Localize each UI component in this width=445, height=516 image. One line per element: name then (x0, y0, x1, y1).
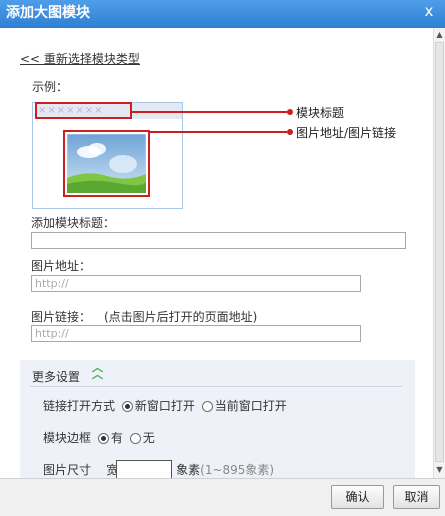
image-size-label: 图片尺寸 (43, 463, 92, 477)
callout-line-title (132, 111, 287, 113)
image-link-input[interactable] (31, 325, 361, 342)
image-size-row: 图片尺寸 宽 象素(1~895象素) (43, 460, 274, 478)
border-label: 模块边框 (43, 431, 92, 445)
radio-new-window[interactable] (121, 401, 133, 412)
radio-border-no[interactable] (129, 433, 141, 444)
image-link-hint: (点击图片后打开的页面地址) (104, 310, 258, 324)
image-url-input[interactable] (31, 275, 361, 292)
scrollbar-thumb[interactable] (435, 42, 444, 462)
callout-image-text: 图片地址/图片链接 (296, 126, 397, 140)
more-settings-title[interactable]: 更多设置 (32, 368, 80, 385)
scroll-down-icon[interactable]: ▼ (434, 464, 445, 476)
dialog-title: 添加大图模块 (6, 5, 90, 21)
confirm-button[interactable]: 确认 (331, 485, 384, 509)
pixel-hint: (1~895象素) (200, 463, 275, 477)
radio-border-no-label[interactable]: 无 (143, 431, 155, 445)
cancel-button[interactable]: 取消 (393, 485, 440, 509)
width-input[interactable] (116, 460, 173, 478)
link-open-label: 链接打开方式 (43, 399, 116, 413)
example-label: 示例： (32, 80, 69, 94)
radio-border-yes[interactable] (97, 433, 109, 444)
radio-current-window-label[interactable]: 当前窗口打开 (215, 399, 287, 413)
vertical-scrollbar[interactable]: ▲ ▼ (433, 28, 445, 478)
module-title-input[interactable] (31, 232, 406, 249)
dialog-content: << 重新选择模块类型 示例： ××××××× 模块标题 图片地址/图片链接 添… (0, 28, 433, 478)
callout-line-image (150, 131, 287, 133)
link-open-row: 链接打开方式 新窗口打开 当前窗口打开 (43, 397, 287, 414)
collapse-double-chevron-icon[interactable]: ︿ ︿ (92, 362, 103, 380)
dialog-titlebar: 添加大图模块 x (0, 0, 445, 28)
back-link[interactable]: << 重新选择模块类型 (20, 50, 140, 67)
image-link-label: 图片链接： (31, 310, 92, 324)
dialog-footer: 确认 取消 (0, 478, 445, 516)
pixel-unit: 象素 (176, 463, 201, 477)
radio-current-window[interactable] (201, 401, 213, 412)
radio-new-window-label[interactable]: 新窗口打开 (135, 399, 195, 413)
more-settings-divider (30, 386, 402, 387)
border-row: 模块边框 有 无 (43, 429, 155, 446)
close-icon[interactable]: x (419, 2, 439, 22)
callout-dot-image (287, 129, 293, 135)
image-url-label: 图片地址： (31, 259, 92, 273)
radio-border-yes-label[interactable]: 有 (111, 431, 123, 445)
scroll-up-icon[interactable]: ▲ (434, 29, 445, 41)
callout-title-text: 模块标题 (296, 106, 345, 120)
example-title-highlight (35, 102, 132, 119)
example-image-highlight (63, 130, 150, 197)
callout-dot-title (287, 109, 293, 115)
module-title-label: 添加模块标题： (31, 216, 116, 230)
more-settings-panel: 更多设置 ︿ ︿ 链接打开方式 新窗口打开 当前窗口打开 模块边框 有 无 图片尺… (20, 360, 415, 478)
